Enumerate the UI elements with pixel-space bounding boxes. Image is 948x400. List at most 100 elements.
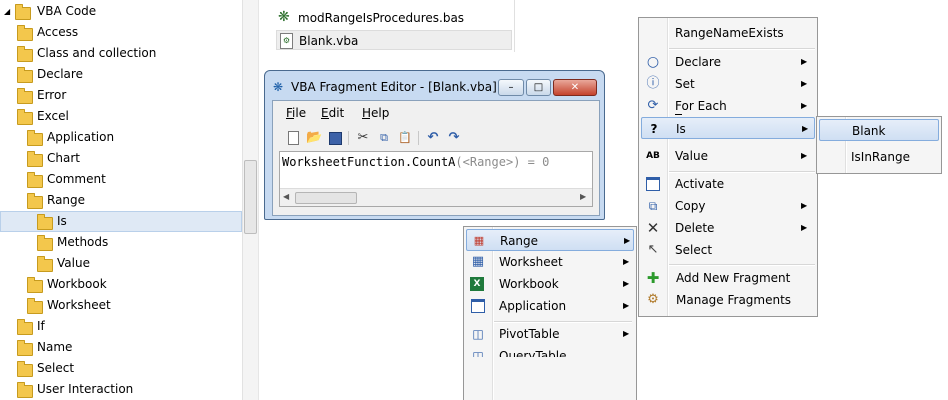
ab-icon: AB [646, 151, 660, 161]
tree-item-chart[interactable]: Chart [0, 148, 242, 169]
menu-item-pivottable[interactable]: ◫ PivotTable ▶ [466, 323, 634, 345]
submenu-arrow-icon: ▶ [624, 236, 631, 245]
tree-item-label: Declare [37, 67, 83, 81]
tree-scrollbar-thumb[interactable] [244, 160, 257, 234]
menu-item-isinrange[interactable]: IsInRange [819, 146, 939, 168]
tree-item-label: Excel [37, 109, 69, 123]
fragment-context-menu[interactable]: RangeNameExists ○ Declare ▶ ⓘ Set ▶ ⟳ Fo… [638, 17, 818, 317]
tree-item-worksheet[interactable]: Worksheet [0, 295, 242, 316]
tree-item-declare[interactable]: Declare [0, 64, 242, 85]
minimize-button[interactable]: – [498, 79, 524, 96]
menu-item-is[interactable]: ? Is ▶ [641, 117, 815, 139]
menu-item-range[interactable]: ▦ Range ▶ [466, 229, 634, 251]
code-editor[interactable]: WorksheetFunction.CountA(<Range>) = 0 ◀ … [279, 151, 593, 207]
file-item-blank-vba[interactable]: ⚙ Blank.vba [276, 30, 512, 50]
menu-item-delete[interactable]: ✕ Delete ▶ [641, 217, 815, 239]
tree-item-excel[interactable]: Excel [0, 106, 242, 127]
menu-item-blank[interactable]: Blank [819, 119, 939, 141]
folder-icon [17, 382, 33, 398]
tree-item-label: If [37, 319, 45, 333]
folder-icon [27, 193, 43, 209]
tree-item-vba-code[interactable]: ◢ VBA Code [0, 1, 242, 22]
menu-item-for-each[interactable]: ⟳ For Each ▶ [641, 95, 815, 117]
tree-item-class-and-collection[interactable]: Class and collection [0, 43, 242, 64]
folder-tree[interactable]: ◢ VBA Code Access Class and collection D… [0, 0, 258, 400]
folder-icon [27, 130, 43, 146]
menu-item-label: Set [675, 77, 695, 91]
app-window-icon [470, 298, 486, 314]
tree-item-workbook[interactable]: Workbook [0, 274, 242, 295]
menu-item-select[interactable]: ↖ Select [641, 239, 815, 261]
menu-item-label: Range [500, 234, 539, 248]
object-type-menu[interactable]: ▦ Range ▶ ▦ Worksheet ▶ X Workbook ▶ App… [463, 226, 637, 400]
loop-icon: ⟳ [647, 98, 659, 113]
menu-item-label: Declare [675, 55, 721, 69]
tree-item-value[interactable]: Value [0, 253, 242, 274]
code-line: WorksheetFunction.CountA(<Range>) = 0 [282, 155, 549, 169]
menu-item-label: Add New Fragment [676, 271, 791, 285]
scroll-right-icon[interactable]: ▶ [580, 192, 586, 201]
tree-item-range[interactable]: Range [0, 190, 242, 211]
tree-item-if[interactable]: If [0, 316, 242, 337]
collapse-arrow-icon[interactable]: ◢ [4, 7, 10, 16]
folder-icon [27, 298, 43, 314]
close-button[interactable]: ✕ [553, 79, 597, 96]
code-horizontal-scrollbar[interactable]: ◀ ▶ [280, 188, 592, 206]
tree-item-name[interactable]: Name [0, 337, 242, 358]
cut-icon[interactable]: ✂ [355, 130, 371, 146]
code-scrollbar-thumb[interactable] [295, 192, 357, 204]
tree-item-user-interaction[interactable]: User Interaction [0, 379, 242, 400]
copy-icon[interactable]: ⧉ [376, 130, 392, 146]
tree-item-label: Range [47, 193, 86, 207]
tree-item-access[interactable]: Access [0, 22, 242, 43]
new-icon[interactable] [285, 130, 301, 146]
menu-item-activate[interactable]: Activate [641, 173, 815, 195]
undo-icon[interactable]: ↶ [425, 130, 441, 146]
tree-item-label: Application [47, 130, 115, 144]
tree-item-is[interactable]: Is [0, 211, 242, 232]
tree-item-application[interactable]: Application [0, 127, 242, 148]
tree-item-label: Name [37, 340, 73, 354]
menu-item-querytable[interactable]: ◫ QueryTable [466, 345, 634, 357]
menu-item-label: Copy [675, 199, 706, 213]
menu-item-add-new-fragment[interactable]: ✚ Add New Fragment [641, 267, 815, 289]
file-mnemonic-underline [286, 118, 294, 119]
tree-item-comment[interactable]: Comment [0, 169, 242, 190]
save-icon[interactable] [327, 130, 343, 146]
redo-icon[interactable]: ↷ [446, 130, 462, 146]
maximize-button[interactable]: □ [526, 79, 551, 96]
submenu-arrow-icon: ▶ [801, 101, 808, 110]
tree-item-label: Methods [57, 235, 109, 249]
menu-item-copy[interactable]: ⧉ Copy ▶ [641, 195, 815, 217]
menu-item-application[interactable]: Application ▶ [466, 295, 634, 317]
tree-item-select[interactable]: Select [0, 358, 242, 379]
pane-divider [258, 0, 259, 400]
window-icon [645, 176, 661, 192]
paste-icon[interactable]: 📋 [397, 130, 413, 146]
tree-item-label: Worksheet [47, 298, 111, 312]
range-icon: ▦ [473, 234, 485, 247]
open-folder-icon[interactable]: 📂 [306, 130, 322, 146]
editor-client-area: File Edit Help 📂 ✂ ⧉ 📋 ↶ ↷ WorksheetFunc… [272, 100, 600, 216]
submenu-arrow-icon: ▶ [623, 301, 630, 310]
fragment-editor-window[interactable]: ❋ VBA Fragment Editor - [Blank.vba] – □ … [264, 70, 605, 220]
scroll-left-icon[interactable]: ◀ [283, 192, 289, 201]
menu-item-set[interactable]: ⓘ Set ▶ [641, 73, 815, 95]
menu-item-label: Blank [852, 124, 886, 138]
menu-item-label: Value [675, 149, 708, 163]
is-submenu[interactable]: Blank IsInRange [816, 116, 942, 174]
menu-item-declare[interactable]: ○ Declare ▶ [641, 51, 815, 73]
menu-item-label: Workbook [499, 277, 559, 291]
file-item-module[interactable]: ❋ modRangeIsProcedures.bas [276, 8, 512, 28]
tree-item-methods[interactable]: Methods [0, 232, 242, 253]
menu-item-value[interactable]: AB Value ▶ [641, 145, 815, 167]
menu-item-worksheet[interactable]: ▦ Worksheet ▶ [466, 251, 634, 273]
menu-item-rangenameexists[interactable]: RangeNameExists [641, 22, 815, 44]
folder-icon [17, 67, 33, 83]
folder-icon [37, 214, 53, 230]
menu-item-workbook[interactable]: X Workbook ▶ [466, 273, 634, 295]
folder-icon [17, 109, 33, 125]
folder-icon [17, 361, 33, 377]
tree-item-error[interactable]: Error [0, 85, 242, 106]
menu-item-manage-fragments[interactable]: ⚙ Manage Fragments [641, 289, 815, 311]
